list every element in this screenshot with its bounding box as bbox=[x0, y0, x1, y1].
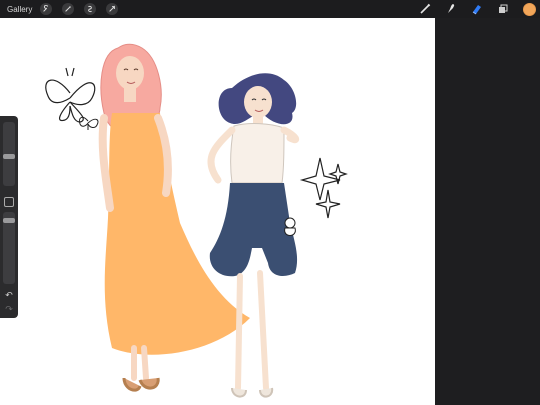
redo-icon[interactable]: ↷ bbox=[3, 304, 15, 314]
drawing-canvas[interactable] bbox=[0, 18, 435, 405]
layers-icon[interactable] bbox=[495, 1, 511, 17]
smudge-icon[interactable] bbox=[443, 1, 459, 17]
selection-icon[interactable] bbox=[84, 3, 97, 15]
opacity-slider-thumb[interactable] bbox=[3, 218, 15, 223]
transform-arrow-icon[interactable] bbox=[106, 3, 119, 15]
sparkles-doodle bbox=[299, 157, 348, 219]
wrench-icon[interactable] bbox=[40, 3, 53, 15]
small-butterfly-doodle bbox=[79, 116, 99, 130]
magic-wand-icon[interactable] bbox=[62, 3, 75, 15]
gallery-button[interactable]: Gallery bbox=[7, 5, 32, 14]
figure-denim-outfit bbox=[207, 73, 300, 398]
top-toolbar: Gallery bbox=[0, 0, 540, 18]
illustration bbox=[45, 43, 348, 398]
brush-size-slider[interactable] bbox=[3, 122, 15, 186]
butterfly-doodle bbox=[45, 67, 96, 123]
brush-icon[interactable] bbox=[417, 1, 433, 17]
undo-icon[interactable]: ↶ bbox=[3, 290, 15, 300]
modify-button[interactable] bbox=[4, 197, 14, 207]
keychain-doodle bbox=[284, 217, 296, 236]
color-swatch[interactable] bbox=[523, 2, 536, 16]
opacity-slider[interactable] bbox=[3, 212, 15, 284]
left-sidebar: ↶ ↷ bbox=[0, 116, 18, 318]
eraser-icon[interactable] bbox=[469, 1, 485, 17]
brush-size-slider-thumb[interactable] bbox=[3, 154, 15, 159]
